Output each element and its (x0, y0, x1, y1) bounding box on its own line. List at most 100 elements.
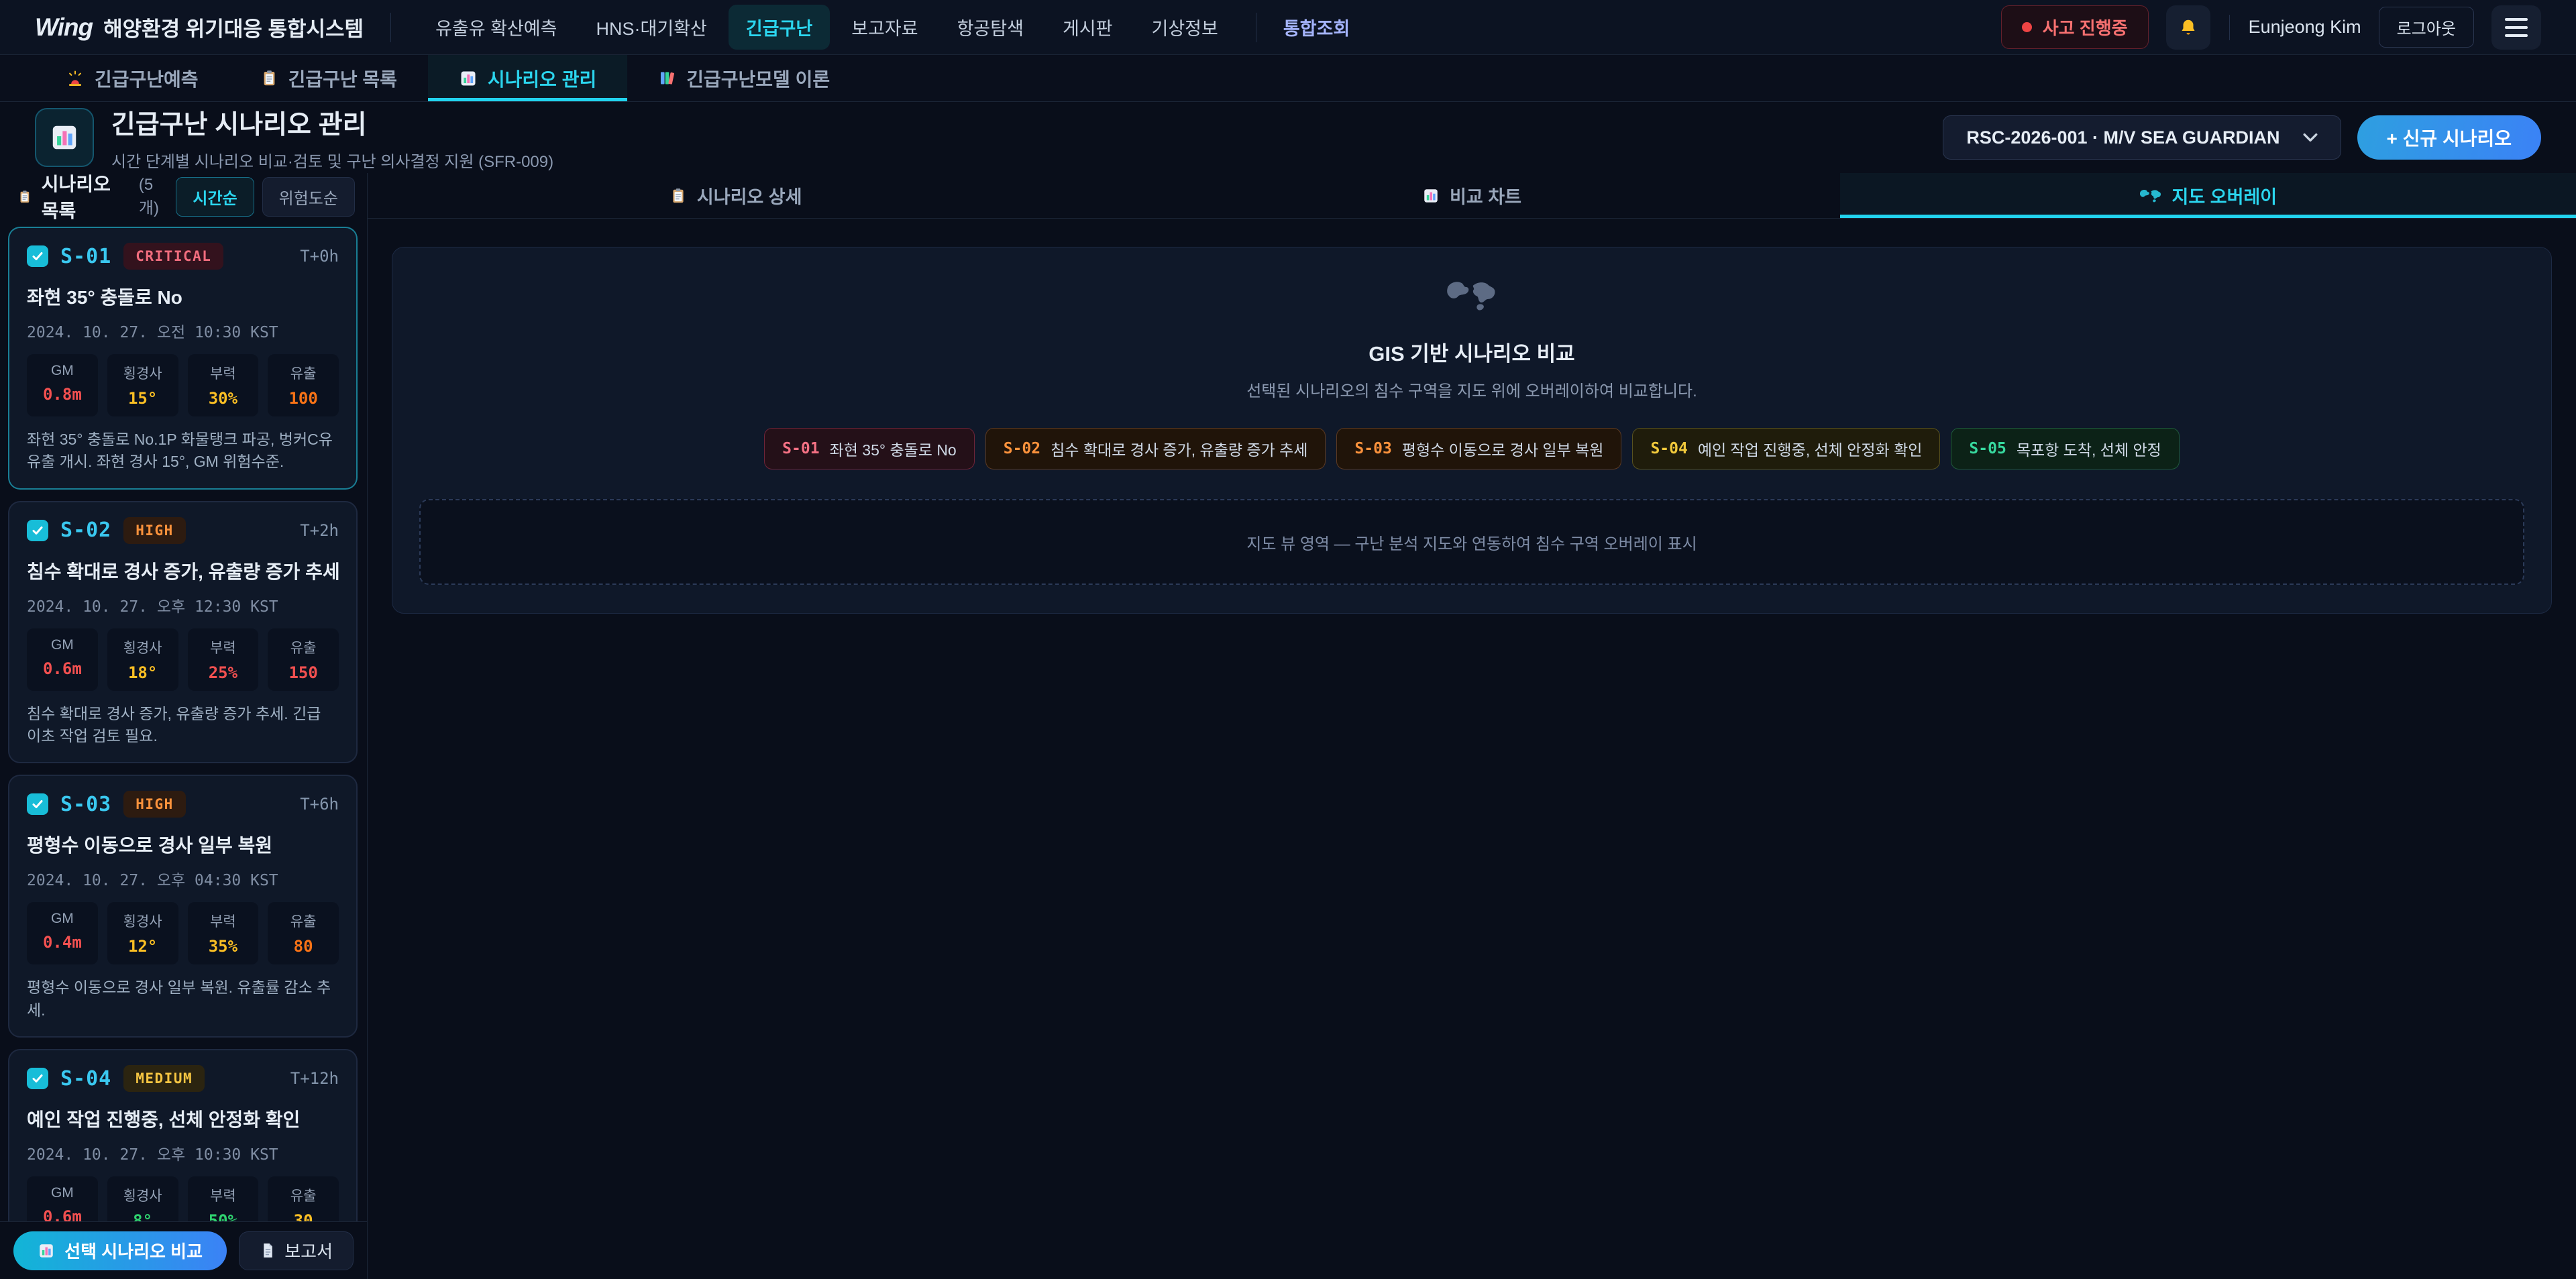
time-offset: T+12h (290, 1069, 339, 1088)
scenario-card-s02[interactable]: S-02 HIGH T+2h 침수 확대로 경사 증가, 유출량 증가 추세 2… (8, 501, 358, 764)
compare-scenarios-button[interactable]: 선택 시나리오 비교 (13, 1231, 227, 1270)
case-select-dropdown[interactable]: RSC-2026-001 · M/V SEA GUARDIAN (1943, 115, 2341, 160)
clipboard-icon (669, 187, 687, 205)
tab-label: 긴급구난예측 (95, 65, 199, 92)
scenario-list-title: 시나리오 목록 (42, 170, 129, 223)
chip-s04[interactable]: S-04 예인 작업 진행중, 선체 안정화 확인 (1632, 428, 1940, 469)
sort-by-risk-button[interactable]: 위험도순 (262, 177, 355, 217)
metric-gm: GM0.6m (27, 1176, 98, 1221)
detail-tab-bar: 시나리오 상세 비교 차트 지도 오버레이 (368, 173, 2576, 219)
metric-heel: 횡경사12° (107, 902, 178, 964)
gis-comparison-panel: GIS 기반 시나리오 비교 선택된 시나리오의 침수 구역을 지도 위에 오버… (392, 247, 2552, 614)
tab-rescue-forecast[interactable]: 긴급구난예측 (35, 55, 229, 101)
chip-s02[interactable]: S-02 침수 확대로 경사 증가, 유출량 증가 추세 (985, 428, 1326, 469)
main-panel: 시나리오 상세 비교 차트 지도 오버레이 GIS 기반 시나리오 비교 선택된… (368, 173, 2576, 1279)
scenario-id: S-04 (60, 1067, 111, 1091)
nav-right: 사고 진행중 Eunjeong Kim 로그아웃 (2001, 5, 2541, 50)
scenario-id: S-02 (60, 518, 111, 542)
scenario-datetime: 2024. 10. 27. 오후 04:30 KST (27, 867, 339, 890)
world-map-icon (2139, 188, 2162, 204)
nav-item-hns[interactable]: HNS·대기확산 (578, 5, 724, 50)
check-icon (31, 249, 44, 263)
metric-buoyancy: 부력50% (188, 1176, 259, 1221)
clipboard-icon (17, 188, 32, 206)
new-scenario-button[interactable]: + 신규 시나리오 (2357, 115, 2541, 160)
clipboard-icon (260, 69, 278, 87)
chip-s03[interactable]: S-03 평형수 이동으로 경사 일부 복원 (1336, 428, 1621, 469)
scenario-checkbox[interactable] (27, 1068, 48, 1089)
brand-title: 해양환경 위기대응 통합시스템 (103, 12, 364, 42)
check-icon (31, 524, 44, 537)
chip-label: 좌현 35° 충돌로 No (830, 437, 957, 460)
scenario-card-s04[interactable]: S-04 MEDIUM T+12h 예인 작업 진행중, 선체 안정화 확인 2… (8, 1049, 358, 1221)
tab-rescue-model-theory[interactable]: 긴급구난모델 이론 (627, 55, 861, 101)
scenario-datetime: 2024. 10. 27. 오전 10:30 KST (27, 319, 339, 342)
tab-comparison-chart[interactable]: 비교 차트 (1104, 173, 1839, 218)
nav-item-oil-spill[interactable]: 유출유 확산예측 (418, 5, 574, 50)
scenario-description: 침수 확대로 경사 증가, 유출량 증가 추세. 긴급 이초 작업 검토 필요. (27, 703, 339, 748)
map-overlay-body: GIS 기반 시나리오 비교 선택된 시나리오의 침수 구역을 지도 위에 오버… (368, 219, 2576, 642)
divider (2229, 15, 2230, 40)
scenario-description: 평형수 이동으로 경사 일부 복원. 유출률 감소 추세. (27, 977, 339, 1021)
tab-map-overlay[interactable]: 지도 오버레이 (1840, 173, 2576, 218)
scenario-checkbox[interactable] (27, 520, 48, 541)
report-button-label: 보고서 (284, 1238, 333, 1263)
time-offset: T+0h (300, 247, 339, 266)
bar-chart-icon (38, 1242, 55, 1260)
tab-label: 긴급구난 목록 (288, 65, 397, 92)
time-offset: T+2h (300, 521, 339, 540)
map-view-placeholder: 지도 뷰 영역 — 구난 분석 지도와 연동하여 침수 구역 오버레이 표시 (419, 499, 2524, 585)
scenario-checkbox[interactable] (27, 245, 48, 267)
document-icon (260, 1242, 276, 1259)
notification-button[interactable] (2166, 5, 2210, 50)
bell-icon (2178, 17, 2198, 38)
divider (390, 13, 391, 42)
bar-chart-icon (49, 122, 80, 153)
scenario-datetime: 2024. 10. 27. 오후 12:30 KST (27, 594, 339, 616)
nav-item-board[interactable]: 게시판 (1045, 5, 1130, 50)
metric-grid: GM0.6m 횡경사8° 부력50% 유출30 (27, 1176, 339, 1221)
scenario-checkbox[interactable] (27, 793, 48, 815)
scenario-id: S-03 (60, 793, 111, 816)
user-name: Eunjeong Kim (2249, 17, 2361, 38)
metric-spill: 유출30 (268, 1176, 339, 1221)
world-map-icon (1446, 297, 1498, 317)
main-menu: 유출유 확산예측 HNS·대기확산 긴급구난 보고자료 항공탐색 게시판 기상정… (418, 5, 1356, 50)
metric-gm: GM0.4m (27, 902, 98, 964)
chip-id: S-03 (1354, 440, 1391, 457)
scenario-card-s03[interactable]: S-03 HIGH T+6h 평형수 이동으로 경사 일부 복원 2024. 1… (8, 775, 358, 1038)
scenario-title: 좌현 35° 충돌로 No (27, 283, 339, 310)
nav-item-integrated-search[interactable]: 통합조회 (1277, 5, 1356, 50)
chip-s01[interactable]: S-01 좌현 35° 충돌로 No (764, 428, 975, 469)
bar-chart-icon (459, 69, 478, 88)
gis-title: GIS 기반 시나리오 비교 (419, 337, 2524, 367)
page-subtitle: 시간 단계별 시나리오 비교·검토 및 구난 의사결정 지원 (SFR-009) (111, 148, 553, 172)
severity-badge: HIGH (123, 791, 186, 818)
sort-by-time-button[interactable]: 시간순 (176, 177, 254, 217)
scenario-sidebar: 시나리오 목록 (5개) 시간순 위험도순 S-01 CRITICAL T+0h… (0, 173, 368, 1279)
nav-item-reports[interactable]: 보고자료 (834, 5, 935, 50)
metric-heel: 횡경사18° (107, 628, 178, 691)
incident-status-badge[interactable]: 사고 진행중 (2001, 5, 2149, 49)
time-offset: T+6h (300, 795, 339, 814)
menu-button[interactable] (2491, 5, 2541, 50)
metric-grid: GM0.6m 횡경사18° 부력25% 유출150 (27, 628, 339, 691)
tab-scenario-management[interactable]: 시나리오 관리 (428, 55, 627, 101)
logo: Wing (35, 13, 93, 42)
chip-s05[interactable]: S-05 목포항 도착, 선체 안정 (1951, 428, 2179, 469)
nav-item-aerial-search[interactable]: 항공탐색 (940, 5, 1041, 50)
tab-scenario-detail[interactable]: 시나리오 상세 (368, 173, 1104, 218)
sidebar-footer: 선택 시나리오 비교 보고서 (0, 1221, 367, 1279)
chip-label: 예인 작업 진행중, 선체 안정화 확인 (1698, 437, 1923, 460)
nav-item-rescue[interactable]: 긴급구난 (729, 5, 830, 50)
scenario-card-s01[interactable]: S-01 CRITICAL T+0h 좌현 35° 충돌로 No 2024. 1… (8, 227, 358, 490)
compare-button-label: 선택 시나리오 비교 (64, 1238, 203, 1263)
metric-spill: 유출80 (268, 902, 339, 964)
logout-button[interactable]: 로그아웃 (2379, 7, 2474, 48)
metric-spill: 유출100 (268, 354, 339, 416)
nav-item-weather[interactable]: 기상정보 (1134, 5, 1236, 50)
severity-badge: MEDIUM (123, 1065, 205, 1092)
incident-dot-icon (2022, 22, 2032, 32)
tab-rescue-list[interactable]: 긴급구난 목록 (229, 55, 428, 101)
report-button[interactable]: 보고서 (239, 1231, 354, 1270)
